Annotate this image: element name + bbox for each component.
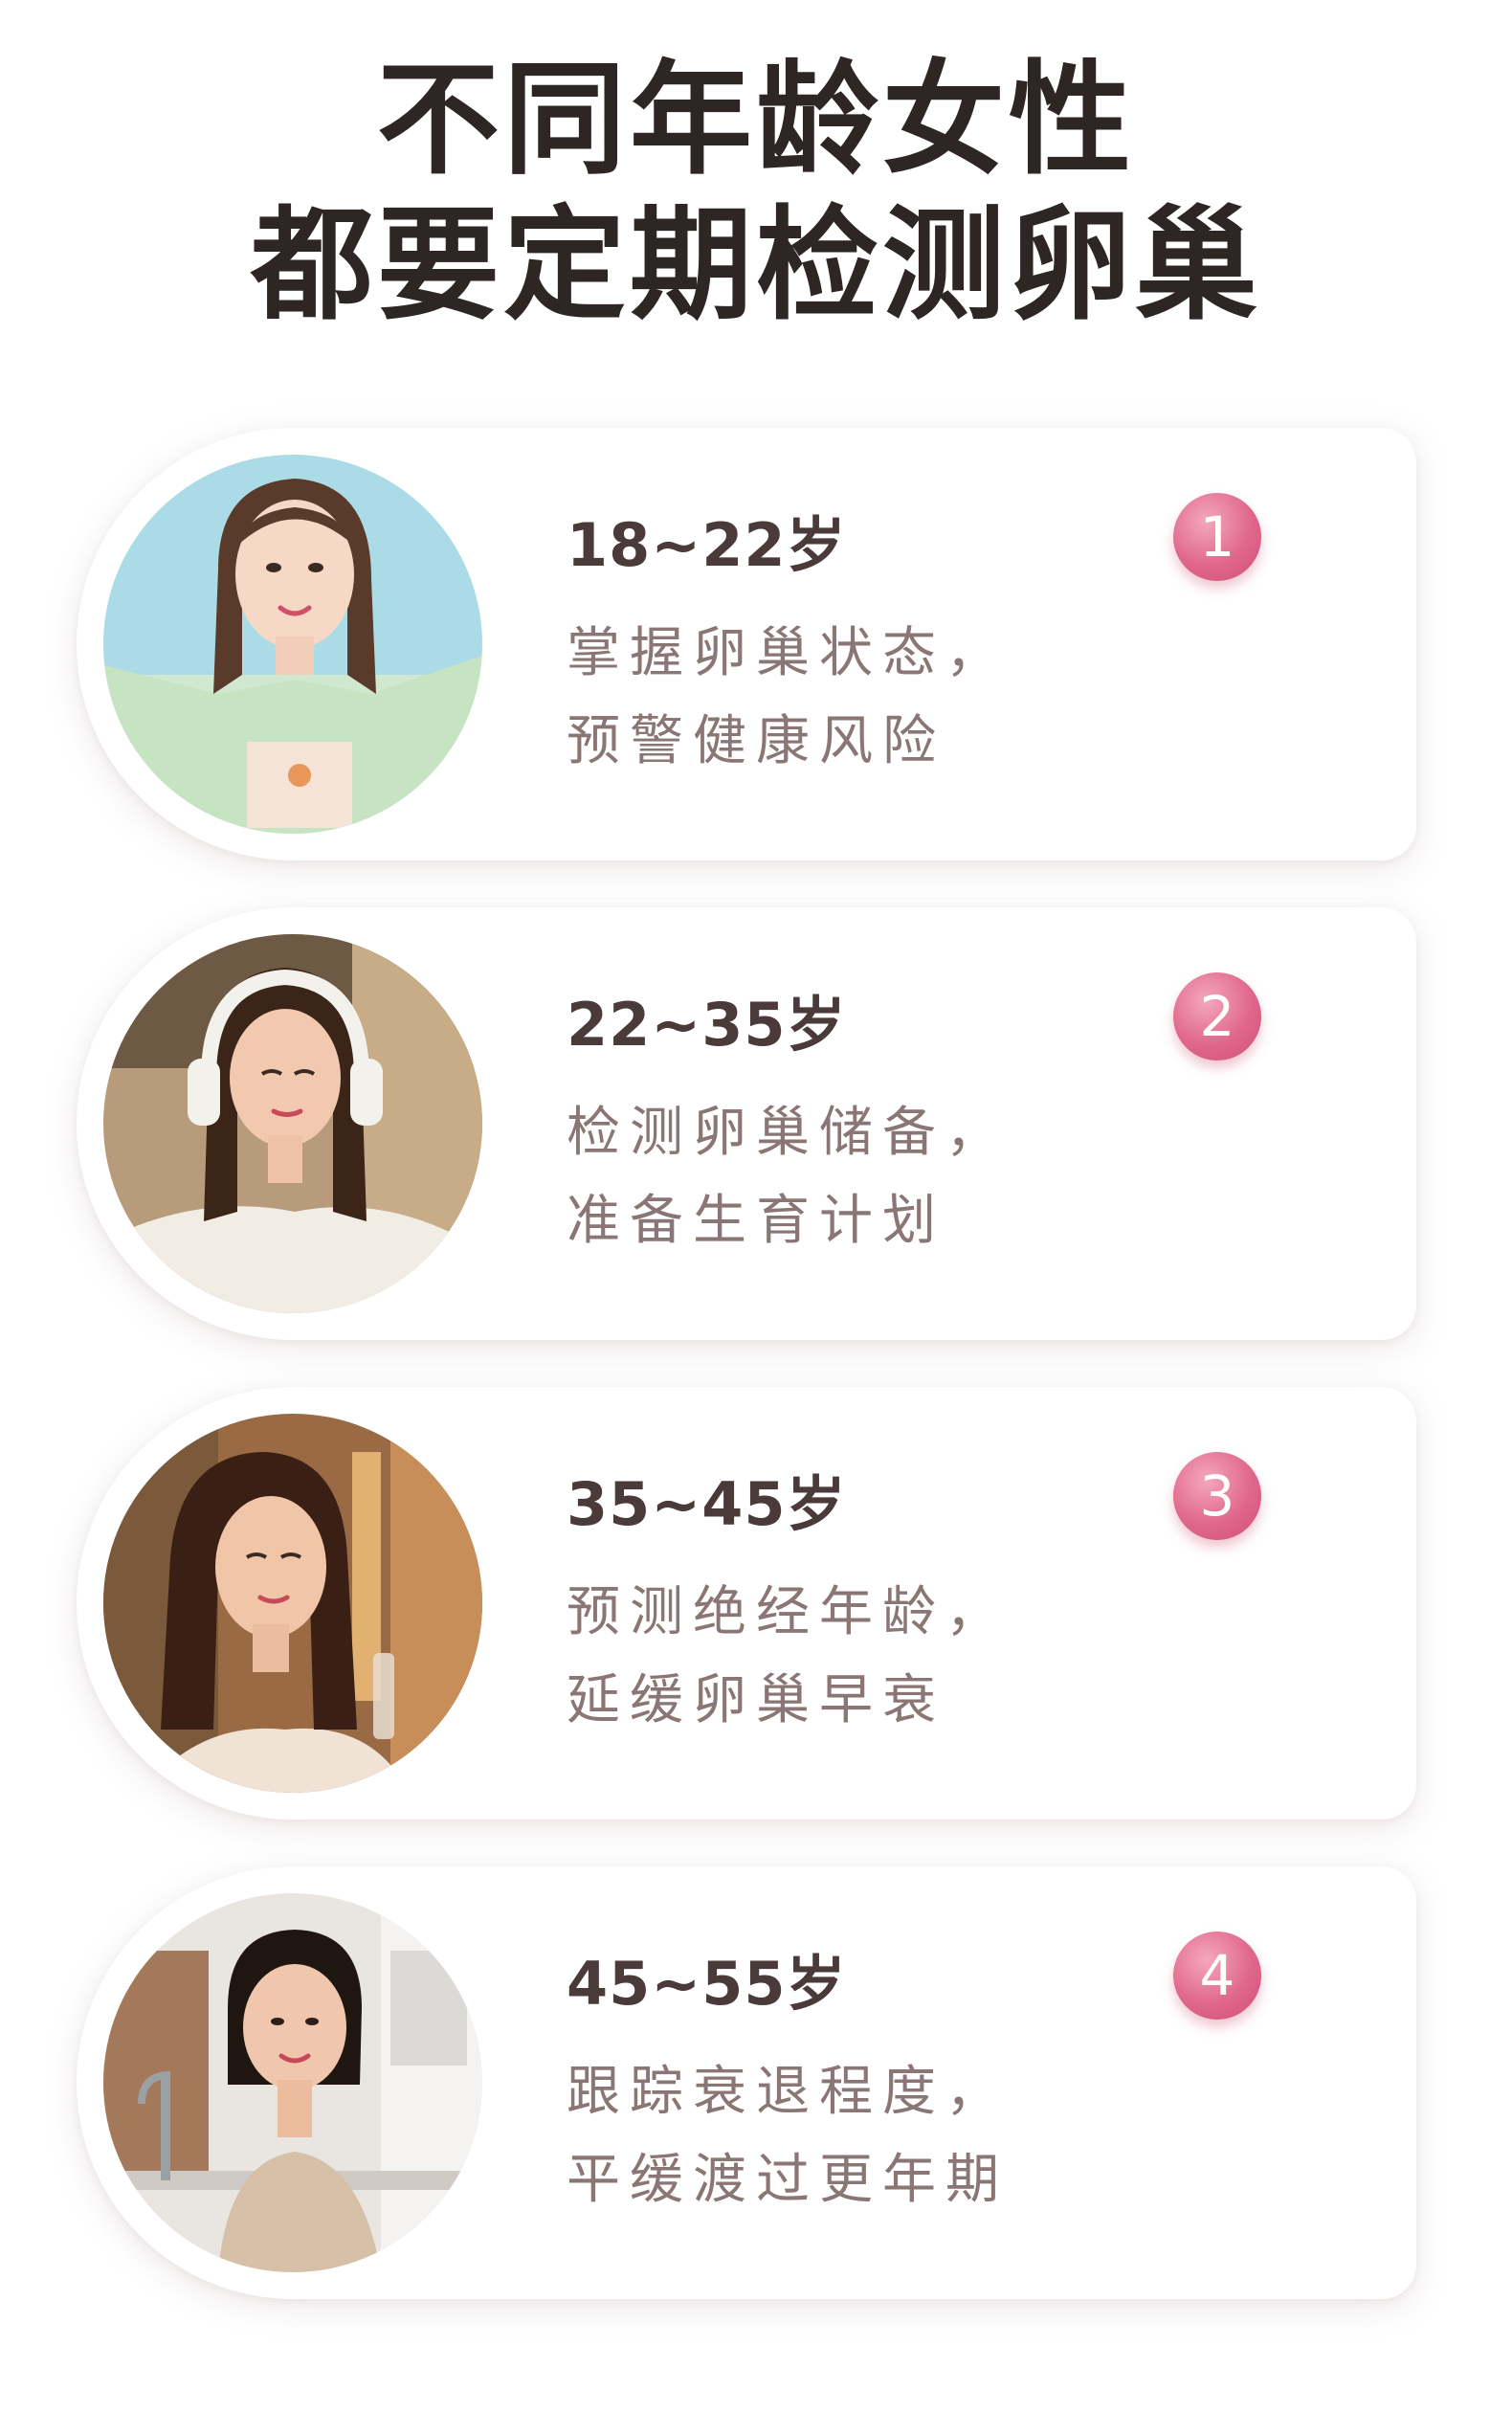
- portrait-photo: [103, 455, 482, 834]
- page-title-line-2: 都要定期检测卵巢: [250, 194, 1261, 337]
- number-badge: 2: [1173, 972, 1261, 1061]
- description-line-1: 预测绝经年龄，: [567, 1581, 1009, 1643]
- age-range: 35~45岁: [567, 1469, 847, 1539]
- description-line-1: 检测卵巢储备，: [567, 1102, 1009, 1164]
- number-badge: 4: [1173, 1932, 1261, 2020]
- page-title-line-1: 不同年龄女性: [376, 49, 1135, 191]
- description-line-2: 预警健康风险: [567, 710, 945, 772]
- age-card-45-55: 45~55岁 跟踪衰退程度， 平缓渡过更年期 4: [77, 1866, 1416, 2299]
- portrait-photo: [103, 1893, 482, 2272]
- age-card-35-45: 35~45岁 预测绝经年龄， 延缓卵巢早衰 3: [77, 1387, 1416, 1820]
- description-line-2: 平缓渡过更年期: [567, 2149, 1009, 2211]
- description-line-1: 跟踪衰退程度，: [567, 2061, 1009, 2123]
- portrait-photo: [103, 934, 482, 1313]
- age-card-22-35: 22~35岁 检测卵巢储备， 准备生育计划 2: [77, 907, 1416, 1340]
- number-badge: 1: [1173, 493, 1261, 581]
- description-line-1: 掌握卵巢状态，: [567, 622, 1009, 684]
- description-line-2: 延缓卵巢早衰: [567, 1669, 945, 1731]
- number-badge: 3: [1173, 1452, 1261, 1540]
- age-range: 22~35岁: [567, 990, 847, 1060]
- description-line-2: 准备生育计划: [567, 1190, 945, 1252]
- age-range: 45~55岁: [567, 1949, 847, 2019]
- age-card-18-22: 18~22岁 掌握卵巢状态， 预警健康风险 1: [77, 428, 1416, 860]
- portrait-photo: [103, 1414, 482, 1793]
- age-range: 18~22岁: [567, 510, 847, 580]
